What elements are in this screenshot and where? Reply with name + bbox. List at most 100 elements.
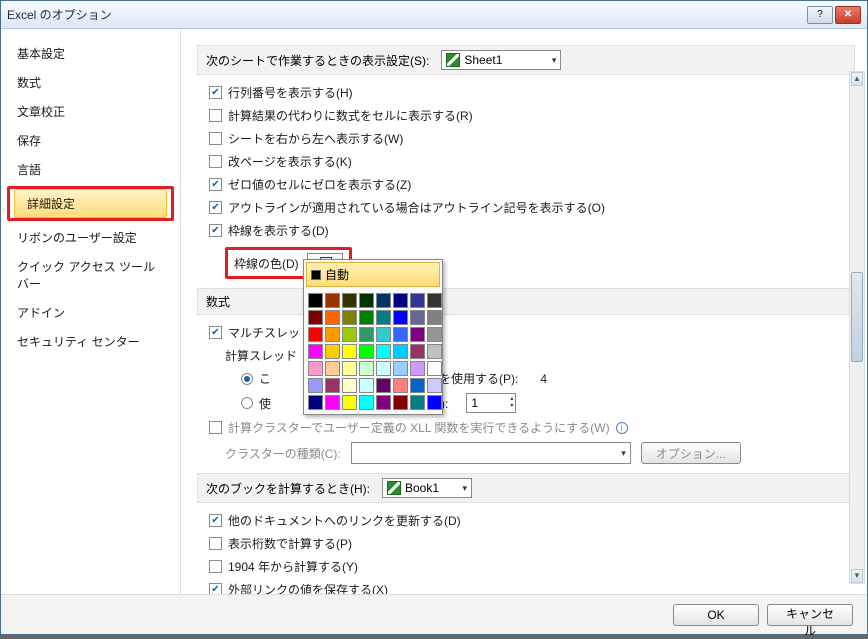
color-swatch[interactable] [308, 310, 323, 325]
cb-show-formula[interactable] [209, 109, 222, 122]
color-swatch[interactable] [342, 395, 357, 410]
color-swatch[interactable] [342, 344, 357, 359]
cb-1904-date[interactable] [209, 560, 222, 573]
thread-count-spinner[interactable]: 1 [466, 393, 516, 413]
book-section-header: 次のブックを計算するとき(H): Book1 [197, 473, 855, 503]
color-swatch[interactable] [427, 344, 442, 359]
color-swatch[interactable] [308, 378, 323, 393]
color-swatch[interactable] [325, 310, 340, 325]
color-swatch[interactable] [376, 361, 391, 376]
color-swatch[interactable] [376, 327, 391, 342]
color-swatch[interactable] [308, 344, 323, 359]
help-button[interactable]: ? [807, 6, 833, 24]
color-swatch[interactable] [359, 310, 374, 325]
color-swatch[interactable] [359, 293, 374, 308]
color-swatch[interactable] [325, 327, 340, 342]
ok-button[interactable]: OK [673, 604, 759, 626]
cb-show-zeros[interactable] [209, 178, 222, 191]
scroll-down-icon[interactable]: ▼ [851, 569, 863, 583]
color-swatch[interactable] [410, 310, 425, 325]
color-swatch[interactable] [342, 378, 357, 393]
color-swatch[interactable] [376, 344, 391, 359]
color-swatch[interactable] [410, 293, 425, 308]
color-swatch[interactable] [342, 327, 357, 342]
cancel-button[interactable]: キャンセル [767, 604, 853, 626]
color-swatch[interactable] [325, 361, 340, 376]
color-swatch[interactable] [325, 293, 340, 308]
radio-use-n[interactable] [241, 397, 253, 409]
color-swatch[interactable] [410, 327, 425, 342]
color-swatch[interactable] [342, 293, 357, 308]
color-swatch[interactable] [342, 361, 357, 376]
color-swatch[interactable] [359, 344, 374, 359]
color-swatch[interactable] [393, 327, 408, 342]
color-swatch[interactable] [393, 310, 408, 325]
cb-show-gridlines[interactable] [209, 224, 222, 237]
sidebar-item-language[interactable]: 言語 [1, 155, 180, 184]
sidebar-item-advanced[interactable]: 詳細設定 [14, 189, 167, 218]
cb-row-col-headers[interactable] [209, 86, 222, 99]
color-swatch[interactable] [427, 361, 442, 376]
cluster-type-dropdown[interactable] [351, 442, 631, 464]
color-swatch[interactable] [410, 378, 425, 393]
book-dropdown[interactable]: Book1 [382, 478, 472, 498]
color-swatch[interactable] [342, 310, 357, 325]
color-swatch[interactable] [359, 327, 374, 342]
color-swatch[interactable] [393, 395, 408, 410]
cb-save-external-links[interactable] [209, 583, 222, 594]
color-swatch[interactable] [325, 378, 340, 393]
formula-section-header: 数式 [197, 288, 855, 315]
sidebar-item-proofing[interactable]: 文章校正 [1, 97, 180, 126]
color-swatch[interactable] [308, 395, 323, 410]
scroll-thumb[interactable] [851, 272, 863, 362]
color-swatch[interactable] [393, 293, 408, 308]
sidebar-item-save[interactable]: 保存 [1, 126, 180, 155]
color-swatch[interactable] [393, 344, 408, 359]
cb-cluster-xll[interactable] [209, 421, 222, 434]
color-swatch[interactable] [376, 293, 391, 308]
info-icon[interactable]: i [616, 422, 628, 434]
sidebar-item-basic[interactable]: 基本設定 [1, 39, 180, 68]
color-swatch[interactable] [376, 378, 391, 393]
cb-rtl-sheet[interactable] [209, 132, 222, 145]
cb-update-links[interactable] [209, 514, 222, 527]
cluster-options-button[interactable]: オプション... [641, 442, 741, 464]
color-swatch[interactable] [427, 293, 442, 308]
sidebar-item-formula[interactable]: 数式 [1, 68, 180, 97]
color-swatch[interactable] [308, 293, 323, 308]
cb-multithread[interactable] [209, 326, 222, 339]
sidebar-item-addins[interactable]: アドイン [1, 298, 180, 327]
color-swatch[interactable] [410, 361, 425, 376]
color-swatch[interactable] [427, 395, 442, 410]
color-swatch[interactable] [325, 344, 340, 359]
color-swatch[interactable] [359, 361, 374, 376]
close-button[interactable]: ✕ [835, 6, 861, 24]
radio-use-all[interactable] [241, 373, 253, 385]
scroll-up-icon[interactable]: ▲ [851, 72, 863, 86]
content-scrollbar[interactable]: ▲ ▼ [849, 71, 865, 584]
color-swatch[interactable] [427, 310, 442, 325]
color-swatch[interactable] [308, 361, 323, 376]
color-auto-option[interactable]: 自動 [306, 262, 440, 287]
titlebar[interactable]: Excel のオプション ? ✕ [1, 1, 867, 29]
color-swatch[interactable] [427, 378, 442, 393]
sheet-dropdown[interactable]: Sheet1 [441, 50, 561, 70]
color-swatch[interactable] [410, 395, 425, 410]
cb-page-breaks[interactable] [209, 155, 222, 168]
color-swatch[interactable] [393, 361, 408, 376]
sidebar-item-security[interactable]: セキュリティ センター [1, 327, 180, 356]
color-swatch[interactable] [376, 395, 391, 410]
sidebar-item-qat[interactable]: クイック アクセス ツール バー [1, 252, 180, 298]
color-swatch[interactable] [308, 327, 323, 342]
color-grid [306, 291, 440, 412]
color-swatch[interactable] [393, 378, 408, 393]
sidebar-item-ribbon[interactable]: リボンのユーザー設定 [1, 223, 180, 252]
color-swatch[interactable] [427, 327, 442, 342]
color-swatch[interactable] [376, 310, 391, 325]
cb-show-outline[interactable] [209, 201, 222, 214]
color-swatch[interactable] [359, 378, 374, 393]
color-swatch[interactable] [325, 395, 340, 410]
color-swatch[interactable] [359, 395, 374, 410]
color-swatch[interactable] [410, 344, 425, 359]
cb-precision-displayed[interactable] [209, 537, 222, 550]
